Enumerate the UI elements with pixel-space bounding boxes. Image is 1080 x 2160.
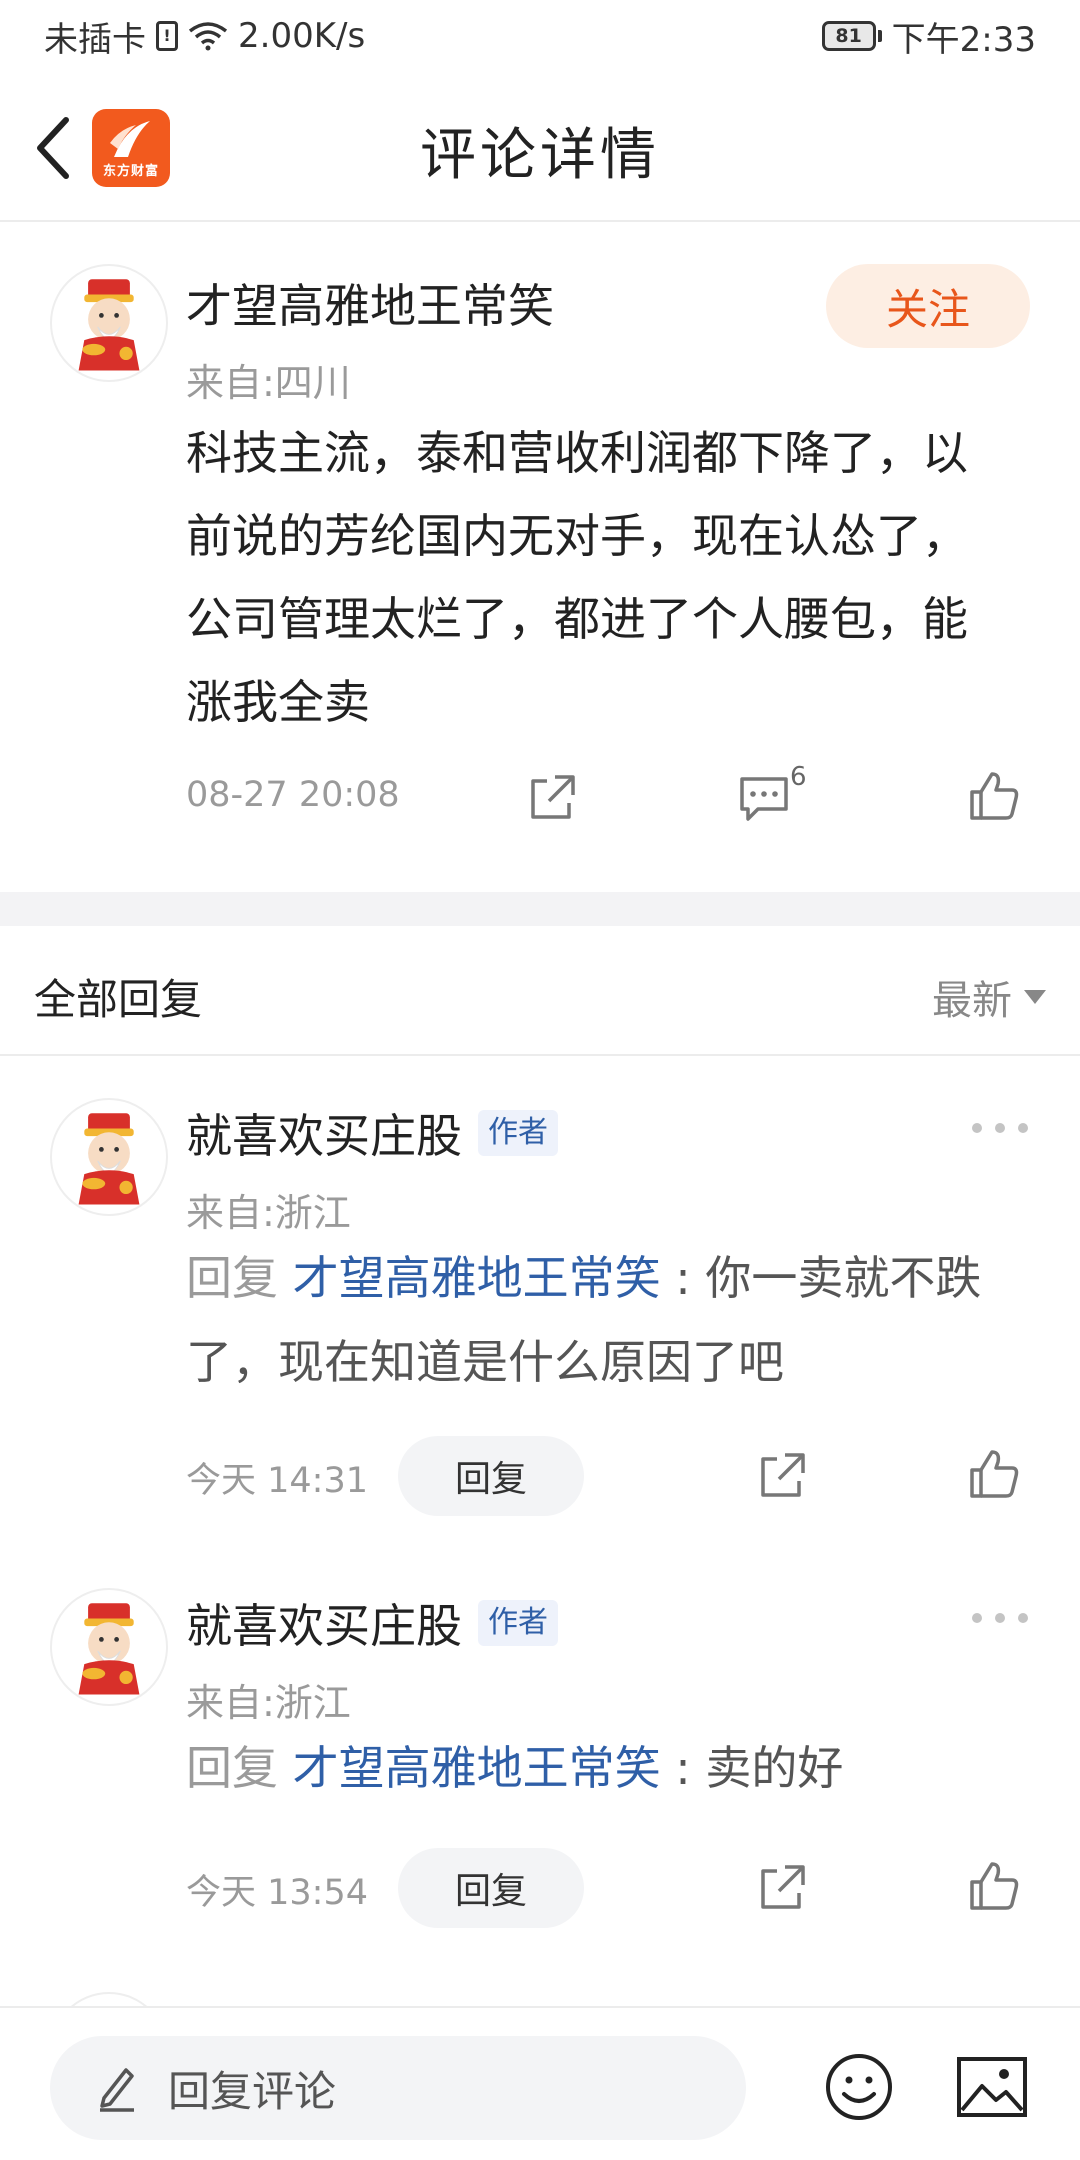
replies-header: 全部回复 最新 bbox=[0, 926, 1080, 1056]
thumbs-up-icon bbox=[970, 1450, 1019, 1498]
reply-author: 就喜欢买庄股 作者 bbox=[186, 1100, 558, 1166]
replies-title: 全部回复 bbox=[34, 975, 203, 1024]
reply-input-placeholder: 回复评论 bbox=[168, 2066, 337, 2116]
fortune-god-avatar-icon bbox=[78, 279, 140, 371]
smiley-icon bbox=[826, 2054, 892, 2120]
status-bar: 未插卡 ! 2.00K/s 81 下午2:33 bbox=[0, 0, 1080, 72]
bottom-input-bar: 回复评论 bbox=[0, 2006, 1080, 2160]
dot-icon bbox=[972, 1613, 982, 1623]
thumbs-up-icon bbox=[970, 772, 1019, 820]
sort-label: 最新 bbox=[932, 978, 1012, 1024]
comment-button[interactable] bbox=[734, 768, 794, 828]
battery-level: 81 bbox=[821, 21, 876, 51]
comment-location: 来自:四川 bbox=[186, 361, 351, 405]
reply-prefix: 回复 bbox=[186, 1741, 278, 1795]
fortune-god-avatar-icon bbox=[78, 1603, 140, 1695]
battery-icon: 81 bbox=[821, 21, 882, 51]
mention-link[interactable]: 才望高雅地王常笑 bbox=[293, 1251, 661, 1305]
share-button[interactable] bbox=[752, 1858, 812, 1918]
reply-timestamp: 今天 14:31 bbox=[186, 1461, 368, 1501]
comment-bubble-icon bbox=[740, 777, 788, 821]
share-icon bbox=[531, 775, 575, 819]
fortune-god-avatar-icon bbox=[78, 1113, 140, 1205]
top-nav-bar: 东方财富 评论详情 bbox=[0, 72, 1080, 222]
sort-dropdown[interactable]: 最新 bbox=[932, 968, 1046, 1026]
follow-button[interactable]: 关注 bbox=[826, 264, 1030, 348]
share-button[interactable] bbox=[752, 1446, 812, 1506]
image-icon bbox=[957, 2057, 1027, 2117]
reply-comment-input[interactable]: 回复评论 bbox=[50, 2036, 746, 2140]
avatar[interactable] bbox=[50, 264, 168, 382]
sim-alert-mark: ! bbox=[163, 26, 171, 45]
reply-item: 就喜欢买庄股 作者 来自:浙江 回复 才望高雅地王常笑 : 你一卖就不跌了，现在… bbox=[0, 1056, 1080, 1516]
reply-body: 卖的好 bbox=[705, 1741, 844, 1795]
caret-down-icon bbox=[1024, 990, 1046, 1004]
share-icon bbox=[761, 1453, 805, 1497]
main-comment: 才望高雅地王常笑 关注 来自:四川 科技主流，泰和营收利润都下降了，以前说的芳纶… bbox=[0, 222, 1080, 892]
page-title: 评论详情 bbox=[420, 123, 660, 188]
like-button[interactable] bbox=[964, 766, 1024, 826]
image-button[interactable] bbox=[956, 2056, 1028, 2118]
comment-author-name[interactable]: 才望高雅地王常笑 bbox=[186, 270, 554, 336]
carrier-text: 未插卡 bbox=[44, 19, 146, 60]
reply-button[interactable]: 回复 bbox=[398, 1436, 584, 1516]
avatar[interactable] bbox=[50, 1098, 168, 1216]
avatar[interactable] bbox=[50, 1588, 168, 1706]
emoji-button[interactable] bbox=[824, 2052, 894, 2122]
dot-icon bbox=[1018, 1613, 1028, 1623]
sim-alert-icon: ! bbox=[156, 21, 178, 51]
reply-location: 来自:浙江 bbox=[186, 1681, 351, 1725]
comment-detail-page: 未插卡 ! 2.00K/s 81 下午2:33 东方财富 评论详情 才望高雅地王… bbox=[0, 0, 1080, 2160]
reply-text: 回复 才望高雅地王常笑 : 你一卖就不跌了，现在知道是什么原因了吧 bbox=[186, 1236, 1026, 1404]
reply-text: 回复 才望高雅地王常笑 : 卖的好 bbox=[186, 1726, 1026, 1810]
reply-button[interactable]: 回复 bbox=[398, 1848, 584, 1928]
pencil-icon bbox=[100, 2068, 134, 2112]
dot-icon bbox=[972, 1123, 982, 1133]
reply-location: 来自:浙江 bbox=[186, 1191, 351, 1235]
reply-timestamp: 今天 13:54 bbox=[186, 1873, 368, 1913]
thumbs-up-icon bbox=[970, 1862, 1019, 1910]
comment-count: 6 bbox=[790, 762, 807, 792]
mention-link[interactable]: 才望高雅地王常笑 bbox=[293, 1741, 661, 1795]
comment-timestamp: 08-27 20:08 bbox=[186, 775, 400, 815]
reply-item: 就喜欢买庄股 作者 来自:浙江 回复 才望高雅地王常笑 : 卖的好 今天 13:… bbox=[0, 1546, 1080, 1946]
author-badge: 作者 bbox=[478, 1110, 558, 1156]
section-divider bbox=[0, 892, 1080, 926]
dot-icon bbox=[995, 1123, 1005, 1133]
dot-icon bbox=[995, 1613, 1005, 1623]
wifi-icon bbox=[188, 22, 228, 51]
comment-text: 科技主流，泰和营收利润都下降了，以前说的芳纶国内无对手，现在认怂了，公司管理太烂… bbox=[186, 426, 968, 729]
share-icon bbox=[761, 1865, 805, 1909]
reply-colon: : bbox=[675, 1741, 691, 1795]
more-options-button[interactable] bbox=[972, 1606, 1028, 1630]
reply-colon: : bbox=[675, 1251, 691, 1305]
network-speed: 2.00K/s bbox=[238, 16, 366, 56]
clock: 下午2:33 bbox=[891, 19, 1036, 60]
reply-author: 就喜欢买庄股 作者 bbox=[186, 1590, 558, 1656]
reply-author-name[interactable]: 就喜欢买庄股 bbox=[186, 1590, 462, 1656]
author-badge: 作者 bbox=[478, 1600, 558, 1646]
more-options-button[interactable] bbox=[972, 1116, 1028, 1140]
reply-prefix: 回复 bbox=[186, 1251, 278, 1305]
like-button[interactable] bbox=[964, 1856, 1024, 1916]
reply-author-name[interactable]: 就喜欢买庄股 bbox=[186, 1100, 462, 1166]
share-button[interactable] bbox=[522, 768, 582, 828]
like-button[interactable] bbox=[964, 1444, 1024, 1504]
dot-icon bbox=[1018, 1123, 1028, 1133]
